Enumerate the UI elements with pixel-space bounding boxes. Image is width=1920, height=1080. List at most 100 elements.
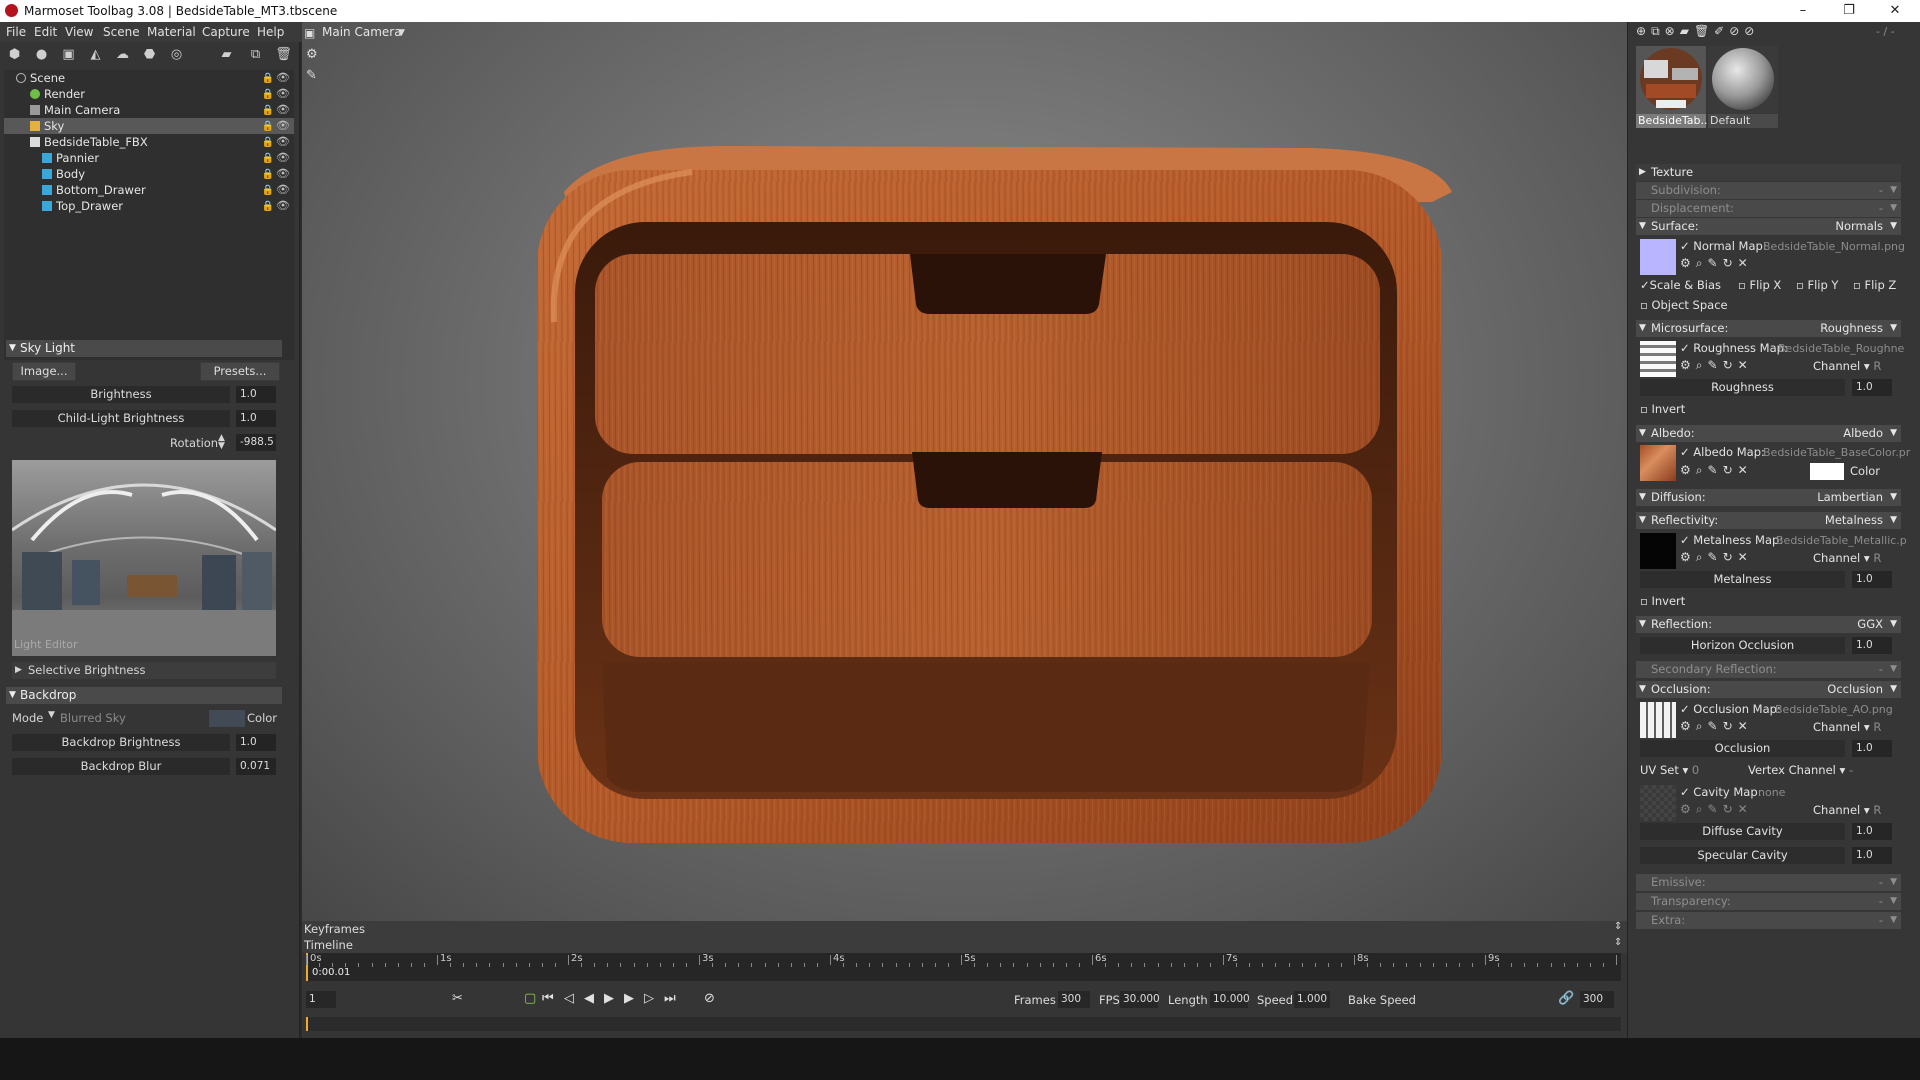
search-icon[interactable]: ⌕ bbox=[1696, 256, 1708, 270]
child-light-brightness-slider[interactable]: Child-Light Brightness bbox=[12, 410, 230, 427]
reflectivity-header[interactable]: ▼ Reflectivity: Metalness ▼ bbox=[1636, 512, 1901, 529]
brightness-slider[interactable]: Brightness bbox=[12, 386, 230, 403]
timeline-bar[interactable]: Timeline bbox=[302, 937, 1627, 953]
secondary-reflection-header[interactable]: Secondary Reflection: - ▼ bbox=[1636, 661, 1901, 678]
edit-icon[interactable]: ✎ bbox=[1708, 358, 1723, 372]
metalness-map-file[interactable]: BedsideTable_Metallic.p bbox=[1776, 534, 1907, 547]
tree-item-sky[interactable]: Sky 🔒 👁 bbox=[4, 118, 294, 134]
timeline-settings-icon[interactable]: ⊘ bbox=[704, 991, 715, 1006]
roughness-slider[interactable]: Roughness bbox=[1640, 379, 1845, 396]
step-forward-icon[interactable]: ▶ bbox=[624, 991, 634, 1006]
roughness-map-label[interactable]: ✓ Roughness Map: bbox=[1680, 341, 1788, 355]
visibility-eye-icon[interactable]: 👁 bbox=[276, 150, 290, 166]
gear-icon[interactable]: ⚙ bbox=[1680, 463, 1696, 477]
minimize-button[interactable]: – bbox=[1780, 1, 1826, 21]
skip-to-end-icon[interactable]: ⏭ bbox=[664, 991, 676, 1006]
keyframes-toggle-icon[interactable]: ⇕ bbox=[1614, 921, 1622, 932]
loop-icon[interactable]: ▢ bbox=[524, 991, 536, 1006]
mode-dropdown-icon[interactable]: ▼ bbox=[48, 710, 55, 720]
menu-material[interactable]: Material bbox=[147, 25, 196, 39]
visibility-eye-icon[interactable]: 👁 bbox=[276, 166, 290, 182]
3d-viewport[interactable]: ▣ Main Camera ▼ ⚙ ✎ bbox=[302, 22, 1627, 921]
backdrop-brightness-slider[interactable]: Backdrop Brightness bbox=[12, 734, 230, 751]
material-settings-icon[interactable]: ⊘ bbox=[1744, 24, 1759, 38]
roughness-map-file[interactable]: BedsideTable_Roughne bbox=[1778, 342, 1904, 355]
flip-y-checkbox[interactable]: ▫ Flip Y bbox=[1796, 278, 1838, 292]
microsurface-header[interactable]: ▼ Microsurface: Roughness ▼ bbox=[1636, 320, 1901, 337]
delete-material-icon[interactable]: 🗑 bbox=[1694, 24, 1714, 38]
tree-item-top-drawer[interactable]: Top_Drawer 🔒 👁 bbox=[4, 198, 294, 214]
tree-item-bedsidetable-fbx[interactable]: BedsideTable_FBX 🔒 👁 bbox=[4, 134, 294, 150]
metalness-slider[interactable]: Metalness bbox=[1640, 571, 1845, 588]
keyframes-bar[interactable]: Keyframes bbox=[302, 921, 1627, 937]
texture-header[interactable]: ▶ Texture bbox=[1636, 164, 1901, 181]
add-camera-icon[interactable]: ▣ bbox=[60, 47, 77, 62]
add-shadow-catcher-icon[interactable]: ◭ bbox=[87, 47, 104, 62]
tree-item-pannier[interactable]: Pannier 🔒 👁 bbox=[4, 150, 294, 166]
edit-icon[interactable]: ✎ bbox=[1708, 463, 1723, 477]
gear-icon[interactable]: ⚙ bbox=[1680, 802, 1696, 816]
selective-brightness-header[interactable]: ▶ Selective Brightness bbox=[12, 662, 276, 679]
timeline-ruler[interactable]: 0s 1s 2s 3s 4s 5s 6s 7s 8s 9s 0:00.01 bbox=[306, 953, 1621, 981]
link-icon[interactable]: 🔗 bbox=[1558, 991, 1574, 1006]
fps-field[interactable]: 30.000 bbox=[1120, 991, 1160, 1008]
merge-material-icon[interactable]: ⊗ bbox=[1665, 24, 1680, 38]
sky-panorama-preview[interactable]: Light Editor bbox=[12, 460, 276, 656]
occlusion-channel-dropdown[interactable]: Channel ▾ R bbox=[1813, 720, 1881, 734]
sky-presets-button[interactable]: Presets... bbox=[200, 362, 280, 381]
material-thumb-bedsidetable[interactable]: BedsideTab... bbox=[1636, 46, 1711, 128]
current-frame-field[interactable]: 1 bbox=[306, 991, 336, 1008]
edit-icon[interactable]: ✎ bbox=[1708, 719, 1723, 733]
object-space-checkbox[interactable]: ▫ Object Space bbox=[1640, 298, 1728, 312]
light-editor-label[interactable]: Light Editor bbox=[14, 638, 78, 651]
occlusion-slider[interactable]: Occlusion bbox=[1640, 740, 1845, 757]
rotation-spinner-icon[interactable]: ▲ ▼ bbox=[218, 434, 225, 451]
backdrop-blur-value[interactable]: 0.071 bbox=[236, 758, 276, 775]
uv-set-dropdown[interactable]: UV Set ▾ 0 bbox=[1640, 763, 1699, 777]
reflection-header[interactable]: ▼ Reflection: GGX ▼ bbox=[1636, 616, 1901, 633]
albedo-header[interactable]: ▼ Albedo: Albedo ▼ bbox=[1636, 425, 1901, 442]
emissive-header[interactable]: Emissive: - ▼ bbox=[1636, 874, 1901, 891]
backdrop-mode-dropdown[interactable]: Blurred Sky bbox=[60, 711, 126, 725]
new-material-icon[interactable]: ⊕ bbox=[1636, 24, 1651, 38]
normal-map-label[interactable]: ✓ Normal Map: bbox=[1680, 239, 1767, 253]
visibility-eye-icon[interactable]: 👁 bbox=[276, 102, 290, 118]
tree-item-render[interactable]: Render 🔒 👁 bbox=[4, 86, 294, 102]
menu-view[interactable]: View bbox=[65, 25, 93, 39]
child-light-brightness-value[interactable]: 1.0 bbox=[236, 410, 276, 427]
metalness-map-label[interactable]: ✓ Metalness Map: bbox=[1680, 533, 1783, 547]
dropdown-icon[interactable]: ▼ bbox=[1890, 616, 1897, 633]
visibility-eye-icon[interactable]: 👁 bbox=[276, 134, 290, 150]
cavity-map-thumbnail[interactable] bbox=[1640, 785, 1676, 821]
refresh-icon[interactable]: ↻ bbox=[1723, 463, 1738, 477]
gear-icon[interactable]: ⚙ bbox=[1680, 358, 1696, 372]
refresh-icon[interactable]: ↻ bbox=[1723, 802, 1738, 816]
open-folder-icon[interactable]: ▰ bbox=[218, 47, 235, 62]
skip-to-start-icon[interactable]: ⏮ bbox=[542, 991, 554, 1006]
duplicate-material-icon[interactable]: ⧉ bbox=[1651, 24, 1665, 38]
transparency-header[interactable]: Transparency: - ▼ bbox=[1636, 893, 1901, 910]
albedo-map-label[interactable]: ✓ Albedo Map: bbox=[1680, 445, 1765, 459]
roughness-invert-checkbox[interactable]: ▫ Invert bbox=[1640, 402, 1685, 416]
timeline-toggle-icon[interactable]: ⇕ bbox=[1614, 937, 1622, 948]
visibility-eye-icon[interactable]: 👁 bbox=[276, 198, 290, 214]
diffuse-cavity-slider[interactable]: Diffuse Cavity bbox=[1640, 823, 1845, 840]
lock-icon[interactable]: 🔒 bbox=[262, 71, 274, 87]
sky-light-header[interactable]: ▼ Sky Light bbox=[6, 340, 282, 357]
dropdown-icon[interactable]: ▼ bbox=[1890, 912, 1897, 929]
brightness-value[interactable]: 1.0 bbox=[236, 386, 276, 403]
visibility-eye-icon[interactable]: 👁 bbox=[276, 118, 290, 134]
assign-material-icon[interactable]: ⊘ bbox=[1729, 24, 1744, 38]
clear-icon[interactable]: ✕ bbox=[1738, 719, 1753, 733]
albedo-map-thumbnail[interactable] bbox=[1640, 445, 1676, 481]
menu-file[interactable]: File bbox=[6, 25, 26, 39]
speed-field[interactable]: 1.000 bbox=[1294, 991, 1330, 1008]
lock-icon[interactable]: 🔒 bbox=[262, 103, 274, 119]
dropdown-icon[interactable]: ▼ bbox=[1890, 893, 1897, 910]
search-icon[interactable]: ⌕ bbox=[1696, 550, 1708, 564]
menu-scene[interactable]: Scene bbox=[103, 25, 140, 39]
pick-material-icon[interactable]: ✐ bbox=[1714, 24, 1729, 38]
material-thumb-default[interactable]: Default bbox=[1708, 46, 1778, 128]
lock-icon[interactable]: 🔒 bbox=[262, 119, 274, 135]
surface-header[interactable]: ▼ Surface: Normals ▼ bbox=[1636, 218, 1901, 235]
